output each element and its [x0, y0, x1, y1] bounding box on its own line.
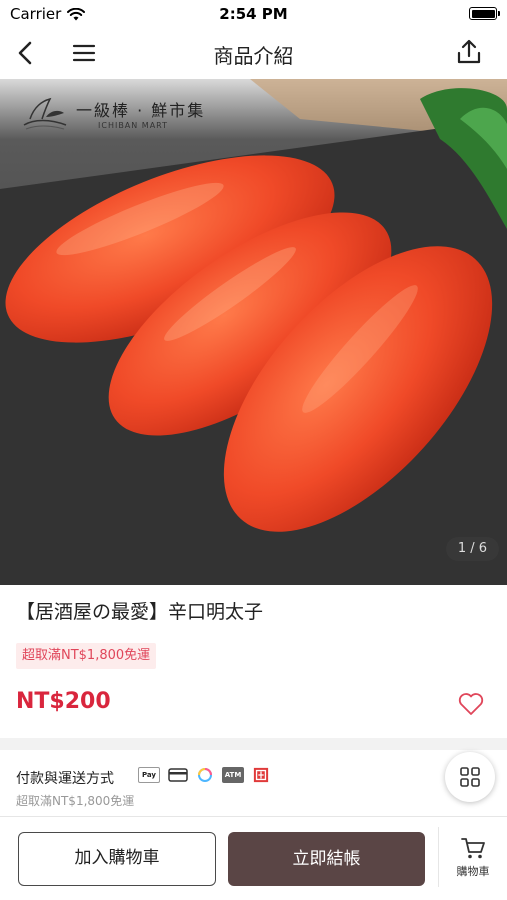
atm-label: ATM — [224, 771, 242, 779]
clock: 2:54 PM — [219, 5, 288, 23]
favorite-button[interactable] — [457, 690, 485, 718]
nav-bar: 商品介紹 — [0, 28, 507, 78]
line-pay-icon — [198, 768, 212, 782]
hamburger-icon — [72, 44, 96, 62]
chevron-left-icon — [18, 41, 32, 65]
cart-button[interactable]: 購物車 — [438, 827, 507, 887]
payment-shipping-subtitle: 超取滿NT$1,800免運 — [16, 794, 135, 808]
promo-badge: 超取滿NT$1,800免運 — [16, 643, 157, 669]
product-image-carousel[interactable]: 一級棒 · 鮮市集 ICHIBAN MART 1 / 6 — [0, 79, 507, 585]
credit-card-icon — [168, 768, 188, 782]
brand-name: 一級棒 · 鮮市集 — [76, 100, 206, 120]
payment-icons: Pay ATM — [138, 767, 270, 783]
back-button[interactable] — [10, 37, 40, 69]
cart-label: 購物車 — [456, 864, 490, 878]
product-photo — [0, 79, 507, 585]
cart-icon — [461, 837, 485, 858]
product-title: 【居酒屋の最愛】辛口明太子 — [16, 601, 264, 623]
product-price: NT$200 — [16, 689, 111, 714]
brand-name-en: ICHIBAN MART — [98, 120, 169, 130]
cash-on-delivery-icon — [253, 767, 269, 783]
menu-button[interactable] — [69, 37, 99, 69]
heart-icon — [458, 693, 484, 715]
brand-logo: 一級棒 · 鮮市集 ICHIBAN MART — [20, 95, 205, 131]
buy-now-button[interactable]: 立即結帳 — [228, 832, 425, 886]
section-divider — [0, 738, 507, 750]
fish-logo-icon — [23, 97, 67, 130]
payment-shipping-row[interactable]: 付款與運送方式 Pay ATM 超取滿NT$1,800免運 — [0, 750, 507, 816]
image-counter: 1 / 6 — [445, 537, 499, 561]
share-icon — [457, 39, 481, 64]
payment-shipping-title: 付款與運送方式 — [16, 771, 114, 787]
battery-icon — [469, 7, 500, 20]
apple-pay-label: Pay — [141, 771, 156, 779]
status-bar: Carrier 2:54 PM — [0, 0, 507, 28]
grid-icon — [460, 767, 480, 787]
apple-pay-icon: Pay — [138, 767, 160, 783]
bottom-action-bar: 加入購物車 立即結帳 購物車 — [0, 816, 507, 900]
atm-icon: ATM — [222, 767, 244, 783]
add-to-cart-button[interactable]: 加入購物車 — [18, 832, 216, 886]
floating-menu-button[interactable] — [445, 752, 495, 802]
share-button[interactable] — [453, 36, 485, 68]
